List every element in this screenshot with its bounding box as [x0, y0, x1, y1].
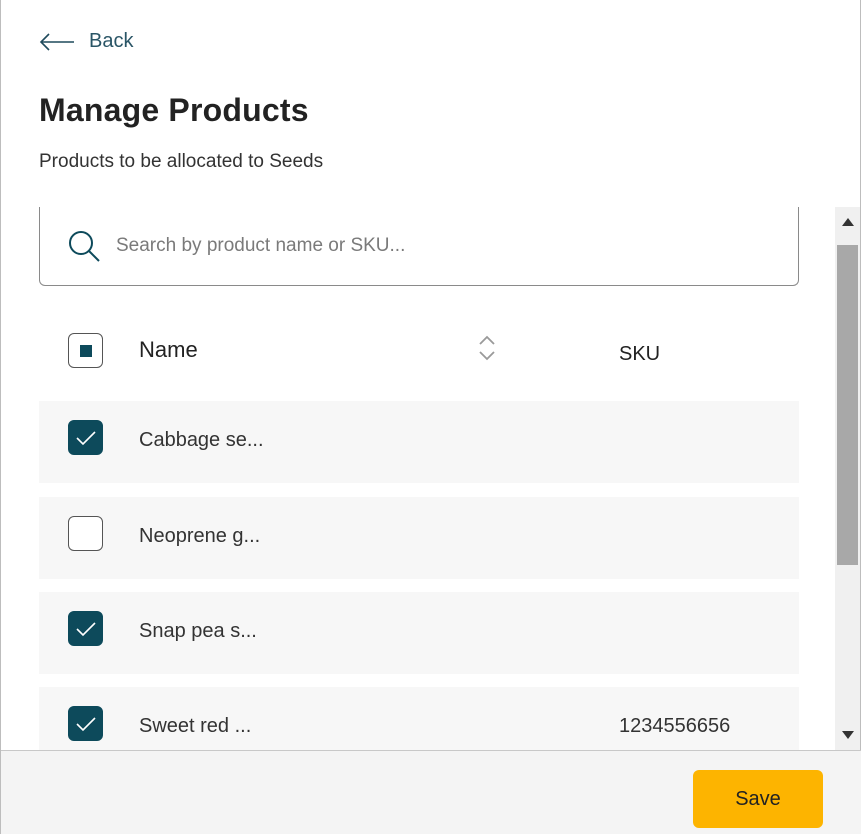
product-name: Cabbage se... — [139, 429, 264, 451]
search-box[interactable] — [39, 207, 799, 286]
table-row[interactable]: Neoprene g... — [39, 497, 799, 579]
product-sku: 1234556656 — [619, 715, 731, 737]
row-checkbox[interactable] — [68, 516, 103, 551]
checkmark-icon — [75, 430, 96, 445]
checkmark-icon — [75, 716, 96, 731]
scroll-up-button[interactable] — [835, 207, 860, 237]
back-label: Back — [89, 30, 134, 52]
arrow-left-icon — [39, 32, 74, 51]
product-name: Snap pea s... — [139, 620, 257, 642]
triangle-up-icon — [841, 218, 854, 226]
indeterminate-mark — [79, 344, 92, 357]
page-title: Manage Products — [39, 92, 309, 128]
page-subtitle: Products to be allocated to Seeds — [39, 151, 324, 172]
product-list-scroll-area[interactable]: Name SKU Cabbage se... Neoprene g... — [1, 207, 835, 750]
triangle-down-icon — [841, 731, 854, 739]
table-header: Name SKU — [39, 315, 799, 385]
checkmark-icon — [75, 621, 96, 636]
table-row[interactable]: Sweet red ... 1234556656 — [39, 687, 799, 750]
table-row[interactable]: Snap pea s... — [39, 592, 799, 674]
search-icon — [69, 231, 100, 262]
back-link[interactable]: Back — [39, 30, 133, 53]
search-input[interactable] — [116, 235, 756, 257]
select-all-checkbox[interactable] — [68, 333, 103, 368]
row-checkbox[interactable] — [68, 420, 103, 455]
row-checkbox[interactable] — [68, 706, 103, 741]
column-header-name[interactable]: Name — [139, 337, 198, 363]
table-row[interactable]: Cabbage se... — [39, 401, 799, 483]
column-header-sku: SKU — [619, 343, 661, 365]
sort-icon[interactable] — [477, 333, 497, 363]
dialog-footer: Save — [1, 750, 861, 834]
product-name: Sweet red ... — [139, 715, 252, 737]
scroll-down-button[interactable] — [835, 720, 860, 750]
save-button[interactable]: Save — [693, 770, 823, 828]
scrollbar-thumb[interactable] — [837, 245, 858, 565]
row-checkbox[interactable] — [68, 611, 103, 646]
vertical-scrollbar[interactable] — [835, 207, 860, 750]
dialog-frame: Back Manage Products Products to be allo… — [0, 0, 861, 834]
product-name: Neoprene g... — [139, 525, 261, 547]
